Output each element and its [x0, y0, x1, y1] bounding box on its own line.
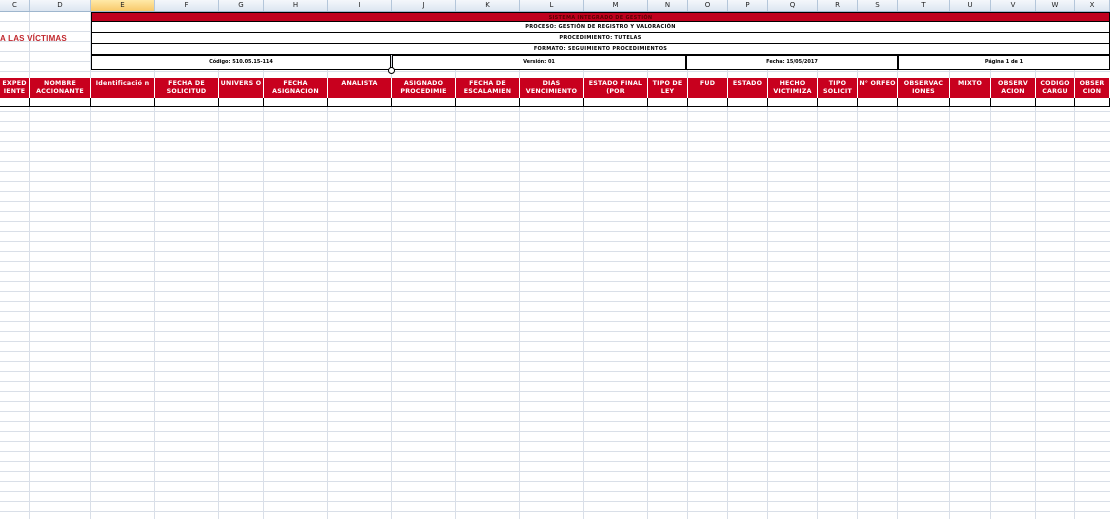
header-underline-cell[interactable] [1036, 98, 1075, 106]
header-underline-cell[interactable] [898, 98, 950, 106]
column-header-c[interactable]: C [0, 0, 30, 11]
header-cell-m[interactable]: ESTADO FINAL (POR [584, 78, 648, 98]
header-underline-cell[interactable] [648, 98, 688, 106]
column-header-v[interactable]: V [991, 0, 1036, 11]
header-underline-cell[interactable] [768, 98, 818, 106]
header-underline-cell[interactable] [728, 98, 768, 106]
header-cell-n[interactable]: TIPO DE LEY [648, 78, 688, 98]
column-header-q[interactable]: Q [768, 0, 818, 11]
header-cell-k[interactable]: FECHA DE ESCALAMIEN [456, 78, 520, 98]
header-cell-q[interactable]: HECHO VICTIMIZA [768, 78, 818, 98]
header-cell-s[interactable]: N° ORFEO [858, 78, 898, 98]
code-cell[interactable]: Código: 510.05.15-114 [91, 55, 391, 70]
column-header-e[interactable]: E [91, 0, 155, 11]
header-cell-g[interactable]: UNIVERS O [219, 78, 264, 98]
column-header-l[interactable]: L [520, 0, 584, 11]
header-cell-d[interactable]: NOMBRE ACCIONANTE [30, 78, 91, 98]
version-cell[interactable]: Versión: 01 [392, 55, 686, 70]
header-cell-c[interactable]: EXPED IENTE [0, 78, 30, 98]
column-header-s[interactable]: S [858, 0, 898, 11]
header-cell-e[interactable]: Identificació n [91, 78, 155, 98]
column-header-x[interactable]: X [1075, 0, 1110, 11]
title-main[interactable]: SISTEMA INTEGRADO DE GESTIÓN [91, 12, 1110, 22]
format-title[interactable]: FORMATO: SEGUIMIENTO PROCEDIMIENTOS [91, 44, 1110, 55]
column-header-w[interactable]: W [1036, 0, 1075, 11]
column-header-d[interactable]: D [30, 0, 91, 11]
header-underline-cell[interactable] [818, 98, 858, 106]
header-cell-w[interactable]: CODIGO CARGU [1036, 78, 1075, 98]
header-cell-i[interactable]: ANALISTA [328, 78, 392, 98]
header-cell-p[interactable]: ESTADO [728, 78, 768, 98]
header-underline-cell[interactable] [991, 98, 1036, 106]
header-cell-h[interactable]: FECHA ASIGNACION [264, 78, 328, 98]
header-underline-cell[interactable] [584, 98, 648, 106]
header-underline-cell[interactable] [456, 98, 520, 106]
header-cell-o[interactable]: FUD [688, 78, 728, 98]
selection-handle[interactable] [388, 67, 395, 74]
header-underline-cell[interactable] [30, 98, 91, 106]
header-underline-cell[interactable] [219, 98, 264, 106]
header-underline-cell[interactable] [328, 98, 392, 106]
column-header-i[interactable]: I [328, 0, 392, 11]
column-header-u[interactable]: U [950, 0, 991, 11]
meta-row: Código: 510.05.15-114 Versión: 01 Fecha:… [91, 55, 1110, 70]
header-underline-cell[interactable] [688, 98, 728, 106]
logo-text: A LAS VÍCTIMAS [0, 34, 67, 43]
column-header-m[interactable]: M [584, 0, 648, 11]
header-cell-u[interactable]: MIXTO [950, 78, 991, 98]
header-underline-cell[interactable] [1075, 98, 1110, 106]
column-header-o[interactable]: O [688, 0, 728, 11]
column-header-j[interactable]: J [392, 0, 456, 11]
date-cell[interactable]: Fecha: 15/05/2017 [686, 55, 898, 70]
column-header-g[interactable]: G [219, 0, 264, 11]
column-header-t[interactable]: T [898, 0, 950, 11]
header-underline-cell[interactable] [950, 98, 991, 106]
header-underline-cell[interactable] [392, 98, 456, 106]
page-cell[interactable]: Página 1 de 1 [898, 55, 1110, 70]
header-cell-x[interactable]: OBSER CION [1075, 78, 1110, 98]
column-header-n[interactable]: N [648, 0, 688, 11]
header-cell-v[interactable]: OBSERV ACION [991, 78, 1036, 98]
header-cell-j[interactable]: ASIGNADO PROCEDIMIE [392, 78, 456, 98]
column-header-r[interactable]: R [818, 0, 858, 11]
header-underline-cell[interactable] [858, 98, 898, 106]
procedure-title[interactable]: PROCEDIMIENTO: TUTELAS [91, 33, 1110, 44]
header-cell-t[interactable]: OBSERVAC IONES [898, 78, 950, 98]
column-header-p[interactable]: P [728, 0, 768, 11]
column-header-h[interactable]: H [264, 0, 328, 11]
header-cell-l[interactable]: DIAS VENCIMIENTO [520, 78, 584, 98]
column-header-f[interactable]: F [155, 0, 219, 11]
process-title[interactable]: PROCESO: GESTIÓN DE REGISTRO Y VALORACIÓ… [91, 22, 1110, 33]
header-underline-cell[interactable] [155, 98, 219, 106]
header-underline-cell[interactable] [520, 98, 584, 106]
header-underline-cell[interactable] [91, 98, 155, 106]
header-cell-r[interactable]: TIPO SOLICIT [818, 78, 858, 98]
header-underline-cell[interactable] [264, 98, 328, 106]
header-underline-cell[interactable] [0, 98, 30, 106]
header-cell-f[interactable]: FECHA DE SOLICITUD [155, 78, 219, 98]
table-header-row: EXPED IENTE NOMBRE ACCIONANTE Identificaci… [0, 78, 1110, 98]
column-header-k[interactable]: K [456, 0, 520, 11]
